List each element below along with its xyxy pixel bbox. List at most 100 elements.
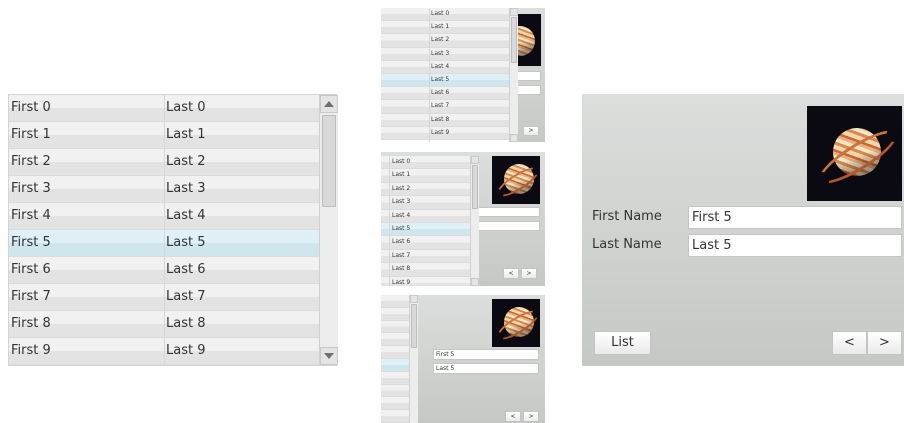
- table-row[interactable]: Last 7: [381, 100, 509, 114]
- table-row[interactable]: Last 9: [381, 276, 470, 286]
- table-row[interactable]: Last 0: [381, 8, 509, 22]
- scroll-down-button[interactable]: [320, 347, 338, 365]
- last-name-cell: Last 7: [166, 289, 206, 304]
- table-row[interactable]: [381, 410, 409, 423]
- last-name-cell: Last 4: [166, 208, 206, 223]
- list-rows-small: Last 0 Last 1 Last 2 Last 3 Last 4 Last 5 Last…: [381, 156, 470, 286]
- last-name-cell: Last 0: [166, 100, 206, 115]
- last-name-cell: Last 9: [392, 278, 411, 286]
- last-name-cell: Last 2: [392, 184, 411, 192]
- last-name-cell: Last 3: [166, 181, 206, 196]
- last-name-cell: Last 7: [431, 102, 450, 110]
- next-button[interactable]: >: [867, 331, 902, 355]
- table-row[interactable]: Last 2: [381, 182, 470, 197]
- table-row[interactable]: Last 4: [381, 209, 470, 223]
- scroll-up-button[interactable]: [471, 156, 479, 164]
- scroll-up-button[interactable]: [510, 8, 518, 16]
- scroll-thumb[interactable]: [511, 17, 517, 63]
- last-name-field: Last 5: [433, 363, 539, 374]
- table-row[interactable]: Last 7: [381, 249, 470, 264]
- table-row[interactable]: [381, 359, 409, 372]
- saturn-image: [492, 299, 540, 347]
- saturn-image: [492, 156, 540, 204]
- table-row[interactable]: Last 6: [381, 87, 509, 101]
- transition-frame-a: > Last 0 Last 1 Last 2 Last 3 Last 4 Last 5 La…: [381, 8, 545, 142]
- table-row[interactable]: Last 1: [381, 169, 470, 183]
- first-name-cell: First 5: [11, 235, 51, 250]
- first-name-cell: First 8: [11, 316, 51, 331]
- last-name-cell: Last 8: [392, 265, 411, 273]
- last-name-cell: Last 8: [166, 316, 206, 331]
- last-name-input[interactable]: Last 5: [688, 234, 902, 257]
- table-row[interactable]: Last 5: [381, 223, 470, 237]
- detail-form-panel: First Name First 5 Last Name Last 5 List…: [582, 94, 904, 366]
- last-name-label: Last Name: [592, 237, 662, 252]
- first-name-cell: First 7: [11, 289, 51, 304]
- saturn-image: [515, 14, 541, 66]
- list-button[interactable]: List: [594, 331, 651, 355]
- table-row[interactable]: Last 9: [381, 126, 509, 140]
- list-rows-small: [381, 295, 409, 423]
- first-name-field: First 5: [433, 349, 539, 360]
- saturn-image: [807, 106, 902, 201]
- table-row[interactable]: Last 4: [381, 60, 509, 74]
- prev-button-preview: <: [505, 411, 521, 422]
- prev-button-preview: <: [503, 268, 519, 279]
- column-divider: [429, 8, 430, 142]
- list-view-panel: First 0 Last 0 First 1 Last 1 First 2 Last 2 F…: [8, 94, 338, 366]
- last-name-field-preview: [474, 221, 540, 231]
- column-divider: [164, 95, 165, 365]
- scroll-thumb[interactable]: [322, 115, 336, 207]
- last-name-cell: Last 6: [431, 89, 450, 97]
- table-row[interactable]: Last 3: [381, 196, 470, 210]
- first-name-cell: First 2: [11, 154, 51, 169]
- scroll-up-button[interactable]: [320, 95, 338, 113]
- last-name-cell: Last 5: [431, 76, 450, 83]
- last-name-cell: Last 9: [166, 343, 206, 358]
- list-scrollbar[interactable]: [470, 156, 479, 286]
- table-row[interactable]: [381, 333, 409, 347]
- last-name-cell: Last 7: [392, 251, 411, 259]
- table-row[interactable]: Last 5: [381, 74, 509, 88]
- list-scrollbar[interactable]: [319, 95, 338, 365]
- last-name-cell: Last 6: [392, 238, 411, 246]
- table-row[interactable]: Last 1: [381, 21, 509, 35]
- first-name-cell: First 1: [11, 127, 51, 142]
- table-row[interactable]: Last 6: [381, 236, 470, 250]
- table-row[interactable]: [381, 320, 409, 334]
- last-name-cell: Last 4: [431, 62, 450, 70]
- table-row[interactable]: [381, 397, 409, 411]
- table-row[interactable]: [381, 346, 409, 359]
- scroll-thumb[interactable]: [411, 304, 417, 348]
- last-name-cell: Last 1: [431, 23, 450, 31]
- last-name-cell: Last 9: [431, 128, 450, 136]
- list-scrollbar[interactable]: [409, 295, 418, 423]
- table-row[interactable]: [381, 384, 409, 398]
- transition-frame-b: < > Last 0 Last 1 Last 2 Last 3 Last 4 Last 5…: [381, 152, 545, 286]
- table-row[interactable]: [381, 295, 409, 308]
- first-name-cell: First 6: [11, 262, 51, 277]
- list-scrollbar[interactable]: [509, 8, 518, 142]
- last-name-cell: Last 2: [431, 36, 450, 44]
- scroll-up-button[interactable]: [410, 295, 418, 303]
- first-name-input[interactable]: First 5: [688, 206, 902, 229]
- transition-frame-c: First 5 Last 5 < >: [381, 295, 545, 423]
- table-row[interactable]: [381, 307, 409, 321]
- table-row[interactable]: Last 2: [381, 34, 509, 48]
- table-row[interactable]: Last 8: [381, 263, 470, 277]
- first-name-cell: First 4: [11, 208, 51, 223]
- scroll-down-button[interactable]: [510, 134, 518, 142]
- scroll-thumb[interactable]: [472, 165, 478, 209]
- list-rows-small: Last 0 Last 1 Last 2 Last 3 Last 4 Last 5 Last…: [381, 8, 509, 142]
- table-row[interactable]: Last 0: [381, 156, 470, 170]
- table-row[interactable]: Last 3: [381, 47, 509, 61]
- planet: [515, 26, 535, 56]
- first-name-field-preview: [474, 207, 540, 217]
- last-name-cell: Last 0: [431, 10, 450, 17]
- scroll-down-button[interactable]: [471, 278, 479, 286]
- table-row[interactable]: [381, 371, 409, 385]
- table-row[interactable]: Last 8: [381, 113, 509, 127]
- last-name-cell: Last 1: [166, 127, 206, 142]
- triangle-up-icon: [324, 101, 334, 107]
- prev-button[interactable]: <: [832, 331, 867, 355]
